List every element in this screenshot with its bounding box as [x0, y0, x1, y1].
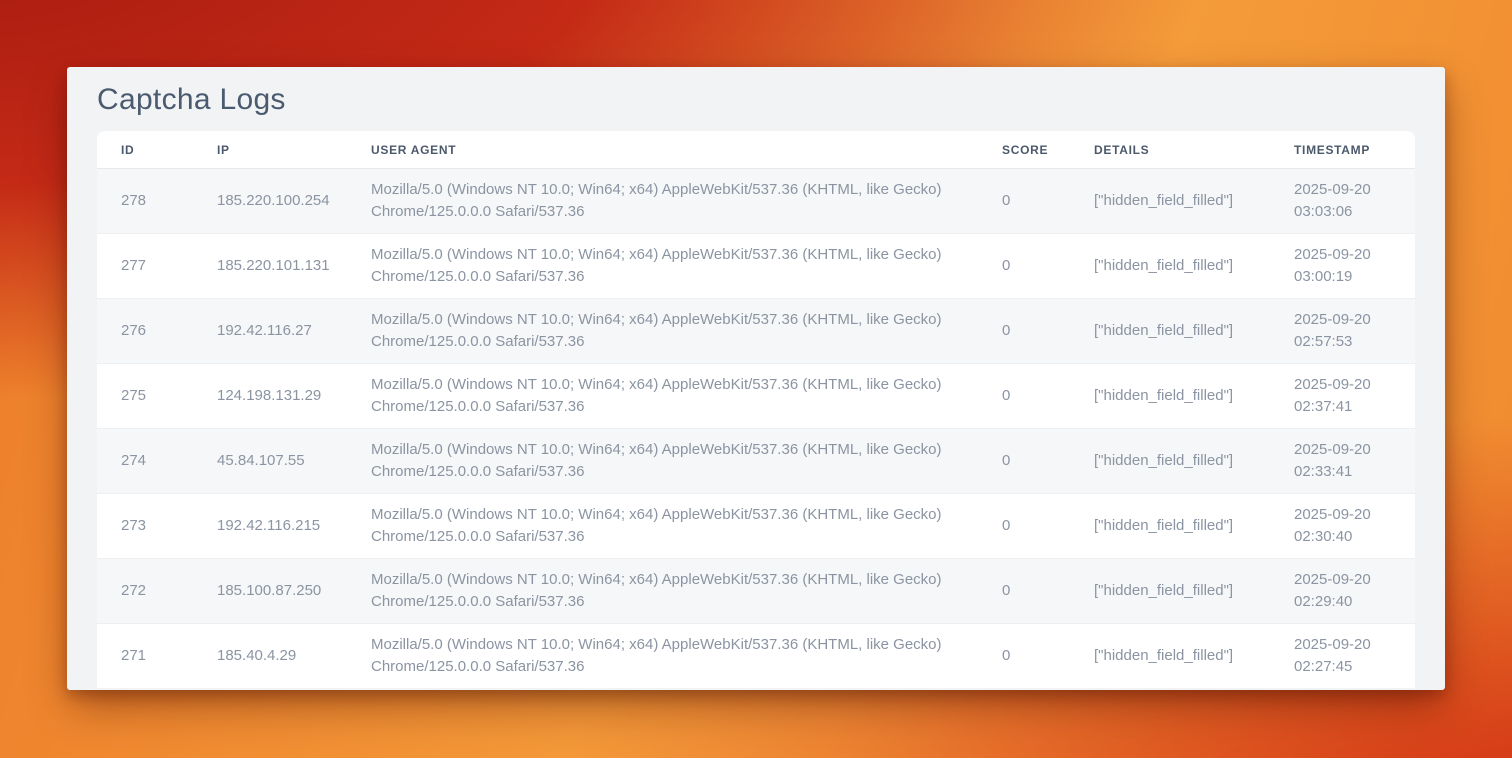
cell-id: 275	[97, 364, 193, 429]
cell-timestamp: 2025-09-20 02:30:40	[1270, 494, 1415, 559]
table-row: 276192.42.116.27Mozilla/5.0 (Windows NT …	[97, 299, 1415, 364]
table-row: 278185.220.100.254Mozilla/5.0 (Windows N…	[97, 169, 1415, 234]
cell-timestamp: 2025-09-20 03:03:06	[1270, 169, 1415, 234]
cell-user_agent: Mozilla/5.0 (Windows NT 10.0; Win64; x64…	[347, 624, 978, 689]
cell-id: 274	[97, 429, 193, 494]
table-row: 27445.84.107.55Mozilla/5.0 (Windows NT 1…	[97, 429, 1415, 494]
column-header-score: SCORE	[978, 131, 1070, 169]
column-header-timestamp: TIMESTAMP	[1270, 131, 1415, 169]
cell-user_agent: Mozilla/5.0 (Windows NT 10.0; Win64; x64…	[347, 494, 978, 559]
cell-details: ["hidden_field_filled"]	[1070, 559, 1270, 624]
cell-ip: 45.84.107.55	[193, 429, 347, 494]
cell-timestamp: 2025-09-20 02:37:41	[1270, 364, 1415, 429]
logs-table: IDIPUSER AGENTSCOREDETAILSTIMESTAMP 2781…	[97, 131, 1415, 688]
table-row: 275124.198.131.29Mozilla/5.0 (Windows NT…	[97, 364, 1415, 429]
header-row: IDIPUSER AGENTSCOREDETAILSTIMESTAMP	[97, 131, 1415, 169]
table-row: 277185.220.101.131Mozilla/5.0 (Windows N…	[97, 234, 1415, 299]
column-header-user_agent: USER AGENT	[347, 131, 978, 169]
page-title: Captcha Logs	[97, 83, 1415, 117]
cell-id: 278	[97, 169, 193, 234]
cell-details: ["hidden_field_filled"]	[1070, 364, 1270, 429]
cell-details: ["hidden_field_filled"]	[1070, 299, 1270, 364]
cell-ip: 185.220.100.254	[193, 169, 347, 234]
cell-score: 0	[978, 429, 1070, 494]
cell-id: 272	[97, 559, 193, 624]
cell-id: 277	[97, 234, 193, 299]
cell-score: 0	[978, 559, 1070, 624]
cell-timestamp: 2025-09-20 02:57:53	[1270, 299, 1415, 364]
logs-table-body: 278185.220.100.254Mozilla/5.0 (Windows N…	[97, 169, 1415, 689]
cell-details: ["hidden_field_filled"]	[1070, 429, 1270, 494]
cell-ip: 192.42.116.27	[193, 299, 347, 364]
cell-timestamp: 2025-09-20 02:33:41	[1270, 429, 1415, 494]
cell-score: 0	[978, 169, 1070, 234]
cell-ip: 185.220.101.131	[193, 234, 347, 299]
cell-ip: 124.198.131.29	[193, 364, 347, 429]
column-header-details: DETAILS	[1070, 131, 1270, 169]
cell-user_agent: Mozilla/5.0 (Windows NT 10.0; Win64; x64…	[347, 169, 978, 234]
cell-id: 271	[97, 624, 193, 689]
cell-user_agent: Mozilla/5.0 (Windows NT 10.0; Win64; x64…	[347, 299, 978, 364]
cell-score: 0	[978, 364, 1070, 429]
captcha-logs-panel: Captcha Logs IDIPUSER AGENTSCOREDETAILST…	[67, 67, 1445, 690]
cell-user_agent: Mozilla/5.0 (Windows NT 10.0; Win64; x64…	[347, 559, 978, 624]
cell-ip: 185.100.87.250	[193, 559, 347, 624]
cell-score: 0	[978, 624, 1070, 689]
table-row: 272185.100.87.250Mozilla/5.0 (Windows NT…	[97, 559, 1415, 624]
cell-user_agent: Mozilla/5.0 (Windows NT 10.0; Win64; x64…	[347, 364, 978, 429]
column-header-id: ID	[97, 131, 193, 169]
cell-score: 0	[978, 494, 1070, 559]
cell-id: 273	[97, 494, 193, 559]
desktop-background: Captcha Logs IDIPUSER AGENTSCOREDETAILST…	[0, 0, 1512, 758]
cell-user_agent: Mozilla/5.0 (Windows NT 10.0; Win64; x64…	[347, 234, 978, 299]
cell-details: ["hidden_field_filled"]	[1070, 169, 1270, 234]
logs-table-element: IDIPUSER AGENTSCOREDETAILSTIMESTAMP 2781…	[97, 131, 1415, 688]
cell-details: ["hidden_field_filled"]	[1070, 494, 1270, 559]
cell-ip: 185.40.4.29	[193, 624, 347, 689]
cell-timestamp: 2025-09-20 02:29:40	[1270, 559, 1415, 624]
cell-score: 0	[978, 299, 1070, 364]
cell-id: 276	[97, 299, 193, 364]
cell-ip: 192.42.116.215	[193, 494, 347, 559]
cell-details: ["hidden_field_filled"]	[1070, 234, 1270, 299]
cell-user_agent: Mozilla/5.0 (Windows NT 10.0; Win64; x64…	[347, 429, 978, 494]
cell-score: 0	[978, 234, 1070, 299]
column-header-ip: IP	[193, 131, 347, 169]
cell-details: ["hidden_field_filled"]	[1070, 624, 1270, 689]
cell-timestamp: 2025-09-20 02:27:45	[1270, 624, 1415, 689]
cell-timestamp: 2025-09-20 03:00:19	[1270, 234, 1415, 299]
table-row: 273192.42.116.215Mozilla/5.0 (Windows NT…	[97, 494, 1415, 559]
table-row: 271185.40.4.29Mozilla/5.0 (Windows NT 10…	[97, 624, 1415, 689]
